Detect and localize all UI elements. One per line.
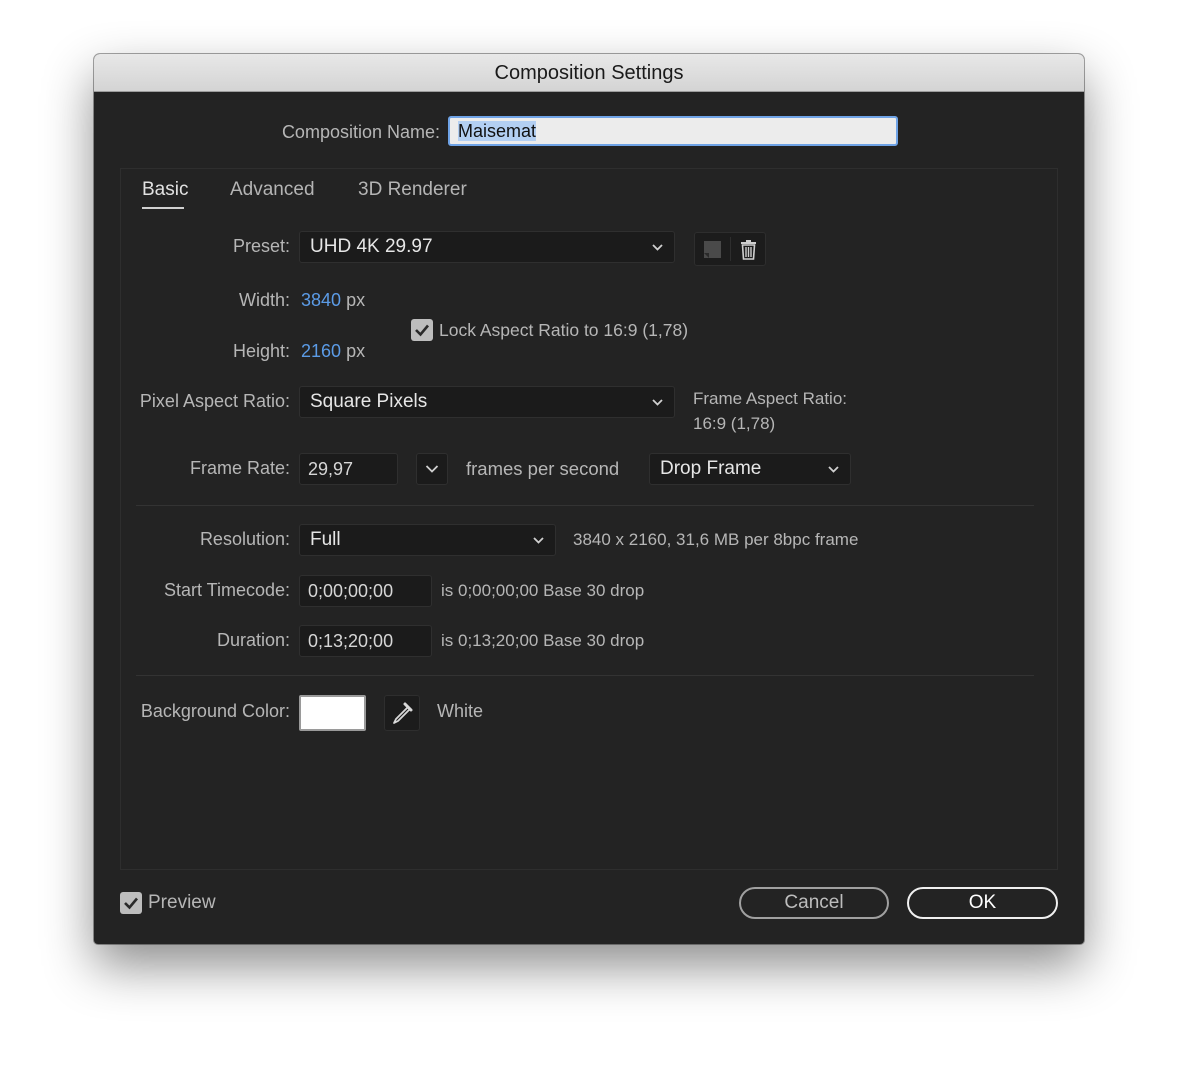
width-unit: px [346, 290, 366, 310]
chevron-down-icon [533, 537, 544, 544]
background-color-name: White [437, 701, 484, 721]
preview-label: Preview [148, 892, 216, 913]
frame-rate-presets-button[interactable] [416, 453, 448, 485]
chevron-down-icon [425, 465, 439, 473]
drop-frame-dropdown[interactable]: Drop Frame [649, 453, 851, 485]
lock-aspect-checkbox[interactable] [411, 319, 433, 341]
start-timecode-label: Start Timecode: [163, 580, 290, 600]
lock-aspect-label: Lock Aspect Ratio to 16:9 (1,78) [439, 320, 689, 340]
height-unit: px [346, 341, 366, 361]
duration-label: Duration: [216, 630, 290, 650]
drop-frame-value: Drop Frame [660, 458, 762, 479]
duration-input[interactable]: 0;13;20;00 [299, 625, 432, 657]
background-color-label: Background Color: [140, 701, 290, 721]
chevron-down-icon [652, 399, 663, 406]
frame-rate-input[interactable]: 29,97 [299, 453, 398, 485]
section-divider [136, 505, 1034, 506]
settings-panel [120, 168, 1058, 870]
duration-info: is 0;13;20;00 Base 30 drop [441, 631, 645, 650]
height-label: Height: [232, 341, 290, 361]
width-field: 3840 px [301, 290, 365, 311]
composition-settings-dialog: Composition Settings Composition Name: M… [94, 54, 1084, 944]
trash-icon [741, 240, 756, 260]
dialog-title: Composition Settings [94, 54, 1084, 92]
resolution-label: Resolution: [199, 529, 290, 549]
tab-3d-renderer[interactable]: 3D Renderer [358, 179, 467, 201]
resolution-info: 3840 x 2160, 31,6 MB per 8bpc frame [573, 530, 859, 549]
preset-label: Preset: [232, 236, 290, 256]
pixel-aspect-value: Square Pixels [310, 391, 428, 412]
width-label: Width: [238, 290, 290, 310]
ok-button[interactable]: OK [907, 887, 1058, 919]
height-value[interactable]: 2160 [301, 341, 341, 361]
start-timecode-info: is 0;00;00;00 Base 30 drop [441, 581, 645, 600]
start-timecode-input[interactable]: 0;00;00;00 [299, 575, 432, 607]
delete-preset-button[interactable] [731, 233, 766, 265]
pixel-aspect-dropdown[interactable]: Square Pixels [299, 386, 675, 418]
save-preset-button[interactable] [695, 233, 730, 265]
height-field: 2160 px [301, 341, 365, 362]
eyedropper-icon [393, 702, 413, 724]
composition-name-input[interactable]: Maisemat [448, 116, 898, 146]
pixel-aspect-label: Pixel Aspect Ratio: [139, 391, 290, 411]
tab-advanced[interactable]: Advanced [230, 179, 315, 201]
checkmark-icon [124, 897, 138, 910]
section-divider [136, 675, 1034, 676]
save-preset-icon [704, 241, 721, 258]
composition-name-value: Maisemat [458, 121, 537, 141]
preset-dropdown[interactable]: UHD 4K 29.97 [299, 231, 675, 263]
preview-checkbox[interactable] [120, 892, 142, 914]
frame-aspect-value: 16:9 (1,78) [693, 414, 776, 433]
frame-aspect-label: Frame Aspect Ratio: [693, 389, 848, 408]
width-value[interactable]: 3840 [301, 290, 341, 310]
frame-rate-label: Frame Rate: [189, 458, 290, 478]
checkmark-icon [415, 324, 429, 337]
tab-basic[interactable]: Basic [142, 179, 188, 201]
eyedropper-button[interactable] [384, 695, 420, 731]
background-color-swatch[interactable] [299, 695, 366, 731]
preset-value: UHD 4K 29.97 [310, 236, 433, 257]
cancel-button[interactable]: Cancel [739, 887, 889, 919]
chevron-down-icon [828, 466, 839, 473]
resolution-value: Full [310, 529, 341, 550]
chevron-down-icon [652, 244, 663, 251]
composition-name-label: Composition Name: [281, 122, 440, 142]
tab-basic-underline [142, 207, 184, 209]
preset-actions [694, 232, 766, 266]
frame-rate-unit: frames per second [466, 458, 620, 479]
resolution-dropdown[interactable]: Full [299, 524, 556, 556]
